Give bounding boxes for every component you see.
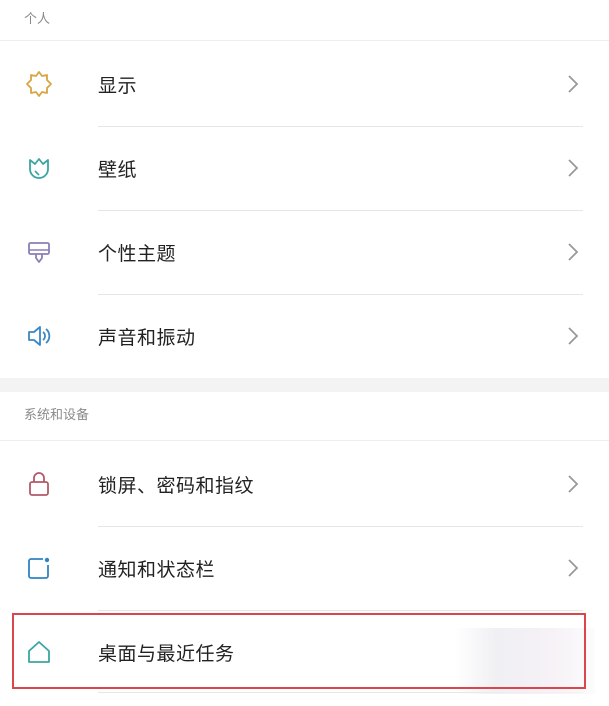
settings-item-home-recents[interactable]: 桌面与最近任务 <box>0 610 609 694</box>
settings-item-label: 锁屏、密码和指纹 <box>98 474 255 497</box>
settings-item-sound[interactable]: 声音和振动 <box>0 294 609 378</box>
divider <box>0 440 609 441</box>
settings-item-label: 个性主题 <box>98 242 177 265</box>
section-header-system: 系统和设备 <box>24 408 90 423</box>
divider <box>0 40 609 41</box>
chevron-right-icon <box>568 327 579 345</box>
chevron-right-icon <box>568 243 579 261</box>
tulip-icon <box>24 153 54 183</box>
lock-icon <box>24 469 54 499</box>
settings-item-label: 通知和状态栏 <box>98 558 216 581</box>
settings-item-label: 显示 <box>98 74 138 97</box>
settings-item-theme[interactable]: 个性主题 <box>0 210 609 294</box>
settings-item-lockscreen[interactable]: 锁屏、密码和指纹 <box>0 442 609 526</box>
settings-item-wallpaper[interactable]: 壁纸 <box>0 126 609 210</box>
settings-item-label: 壁纸 <box>98 158 138 181</box>
settings-item-notifications[interactable]: 通知和状态栏 <box>0 526 609 610</box>
settings-item-label: 桌面与最近任务 <box>98 642 235 665</box>
chevron-right-icon <box>568 75 579 93</box>
settings-item-label: 声音和振动 <box>98 326 196 349</box>
chevron-right-icon <box>568 475 579 493</box>
section-gap <box>0 378 609 392</box>
chevron-right-icon <box>568 159 579 177</box>
home-icon <box>24 637 54 667</box>
settings-item-display[interactable]: 显示 <box>0 42 609 126</box>
sun-icon <box>24 69 54 99</box>
divider <box>98 692 583 693</box>
chevron-right-icon <box>568 559 579 577</box>
section-header-personal: 个人 <box>24 12 51 27</box>
speaker-icon <box>24 321 54 351</box>
notification-icon <box>24 553 54 583</box>
brush-icon <box>24 237 54 267</box>
